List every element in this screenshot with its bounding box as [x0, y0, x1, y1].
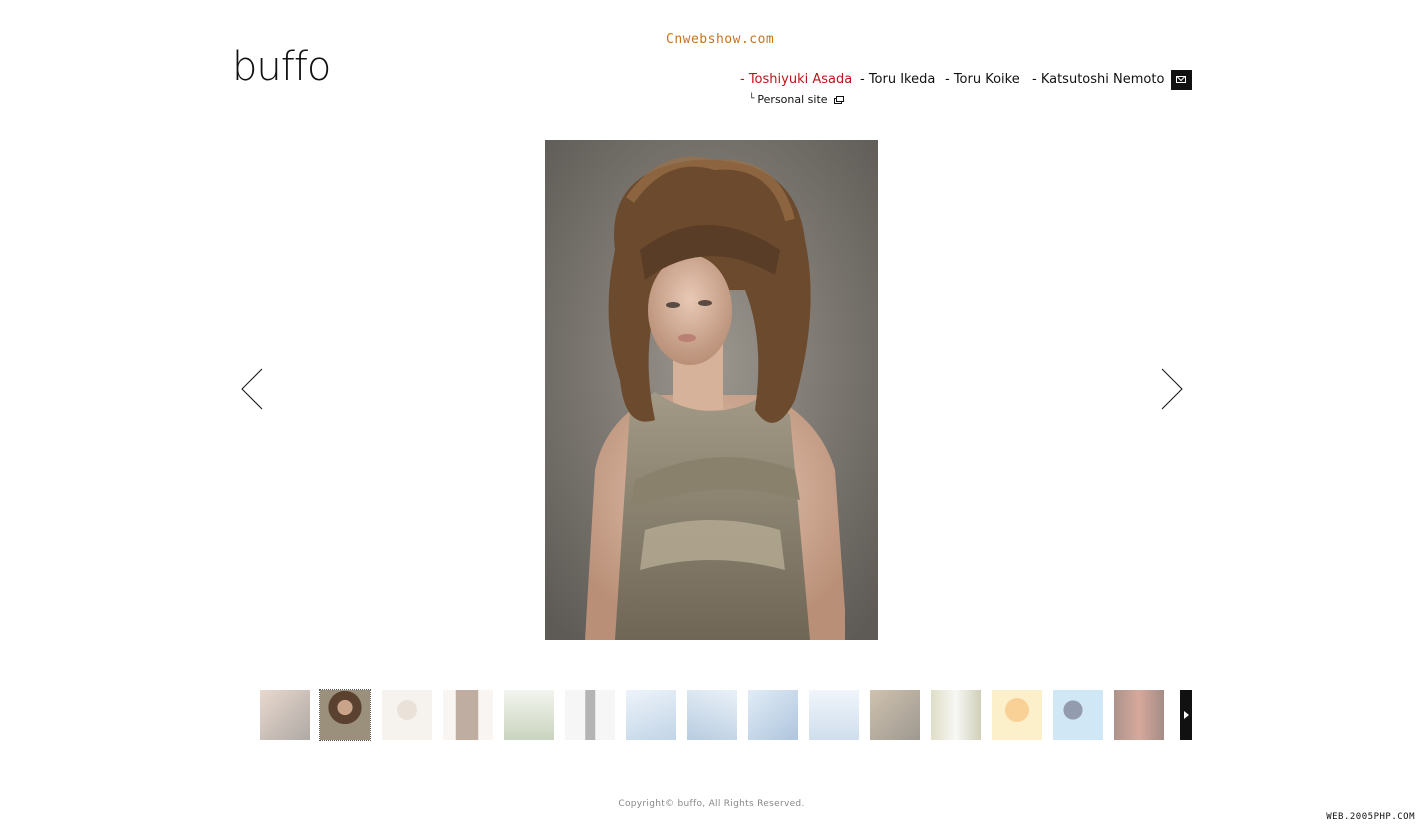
- envelope-icon: [1176, 76, 1186, 83]
- thumbnail-7[interactable]: [626, 690, 676, 740]
- thumbnail-next-button[interactable]: [1180, 690, 1192, 740]
- next-arrow-icon[interactable]: [1160, 368, 1184, 410]
- main-photo: [545, 140, 878, 640]
- thumbnail-14[interactable]: [1053, 690, 1103, 740]
- prev-arrow-icon[interactable]: [240, 368, 264, 410]
- personal-site-label: Personal site: [757, 93, 828, 106]
- nav-item-toru-koike[interactable]: - Toru Koike: [945, 72, 1032, 87]
- site-logo[interactable]: buffo: [232, 44, 331, 90]
- mail-button[interactable]: [1171, 70, 1192, 90]
- personal-site-link[interactable]: └ Personal site: [749, 93, 844, 106]
- thumbnail-4[interactable]: [443, 690, 493, 740]
- thumbnail-6[interactable]: [565, 690, 615, 740]
- sub-arrow-icon: └: [749, 94, 755, 104]
- site-watermark: Cnwebshow.com: [666, 32, 775, 47]
- external-window-icon: [833, 96, 844, 104]
- nav-item-toshiyuki-asada[interactable]: - Toshiyuki Asada: [740, 72, 860, 87]
- thumbnail-9[interactable]: [748, 690, 798, 740]
- thumbnail-5[interactable]: [504, 690, 554, 740]
- thumbnail-12[interactable]: [931, 690, 981, 740]
- nav-item-toru-ikeda[interactable]: - Toru Ikeda: [860, 72, 945, 87]
- thumbnail-3[interactable]: [382, 690, 432, 740]
- thumbnail-15[interactable]: [1114, 690, 1164, 740]
- footer-watermark: WEB.2005PHP.COM: [1326, 812, 1415, 822]
- copyright-text: Copyright© buffo, All Rights Reserved.: [618, 799, 805, 809]
- thumbnail-11[interactable]: [870, 690, 920, 740]
- artist-nav: - Toshiyuki Asada - Toru Ikeda - Toru Ko…: [740, 72, 1164, 87]
- portrait-image: [545, 140, 878, 640]
- thumbnail-10[interactable]: [809, 690, 859, 740]
- thumbnail-13[interactable]: [992, 690, 1042, 740]
- thumbnail-1[interactable]: [260, 690, 310, 740]
- thumbnail-2[interactable]: [319, 689, 371, 741]
- thumbnail-8[interactable]: [687, 690, 737, 740]
- nav-item-katsutoshi-nemoto[interactable]: - Katsutoshi Nemoto: [1032, 72, 1164, 87]
